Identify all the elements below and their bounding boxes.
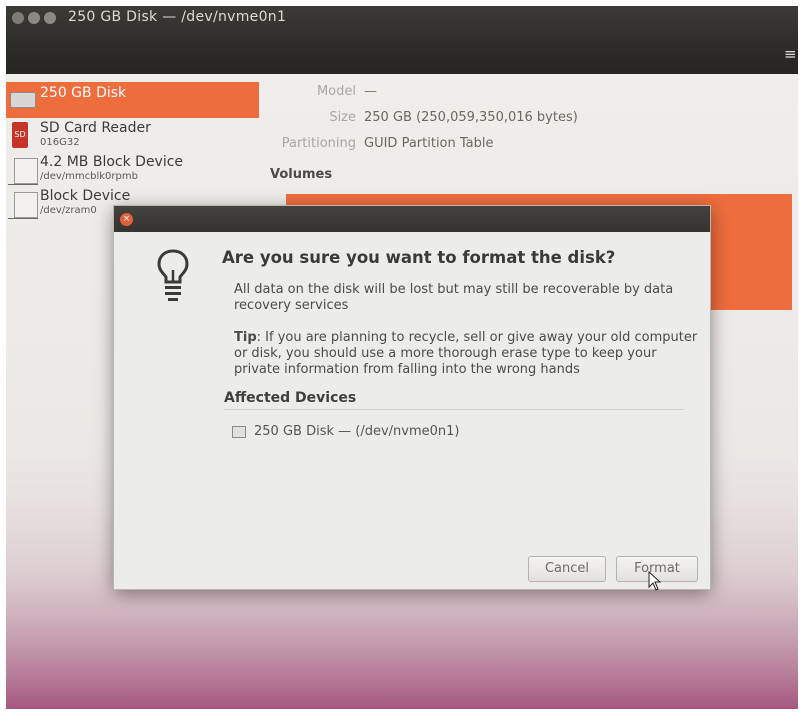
size-label: Size	[329, 110, 356, 125]
block-device-icon-underline	[8, 218, 38, 219]
sidebar-item-block-device-4mb[interactable]: 4.2 MB Block Device /dev/mmcblk0rpmb	[6, 154, 259, 188]
dialog-heading: Are you sure you want to format the disk…	[222, 248, 616, 267]
window-title: 250 GB Disk — /dev/nvme0n1	[68, 9, 287, 25]
close-window-button[interactable]	[12, 12, 24, 24]
dialog-tip: Tip: If you are planning to recycle, sel…	[234, 330, 704, 378]
list-item: 250 GB Disk — (/dev/nvme0n1)	[232, 424, 459, 439]
maximize-window-button[interactable]	[44, 12, 56, 24]
block-device-icon	[14, 192, 38, 218]
tip-label: Tip	[234, 330, 257, 345]
affected-devices-list: 250 GB Disk — (/dev/nvme0n1)	[224, 409, 684, 546]
sidebar-item-label: 4.2 MB Block Device	[40, 154, 184, 170]
window-titlebar[interactable]: 250 GB Disk — /dev/nvme0n1 ≡	[6, 6, 798, 74]
screen: 250 GB Disk — /dev/nvme0n1 ≡ 250 GB Disk…	[6, 6, 798, 709]
model-value: —	[364, 84, 377, 99]
sidebar-item-sublabel: /dev/zram0	[40, 205, 97, 216]
partitioning-label: Partitioning	[281, 136, 356, 151]
disk-icon	[232, 425, 246, 438]
affected-device-label: 250 GB Disk — (/dev/nvme0n1)	[254, 424, 460, 439]
mouse-pointer-icon	[648, 571, 662, 591]
affected-devices-heading: Affected Devices	[224, 390, 357, 406]
sidebar-item-250gb-disk[interactable]: 250 GB Disk	[6, 82, 259, 118]
cancel-button[interactable]: Cancel	[528, 556, 606, 582]
dialog-titlebar[interactable]: ×	[114, 206, 710, 232]
sd-card-icon: SD	[12, 122, 28, 148]
sidebar-item-sublabel: 016G32	[40, 137, 80, 148]
sidebar-item-label: 250 GB Disk	[40, 85, 127, 101]
minimize-window-button[interactable]	[28, 12, 40, 24]
sidebar-item-label: Block Device	[40, 188, 131, 204]
dialog-body-text: All data on the disk will be lost but ma…	[234, 282, 674, 313]
model-label: Model	[316, 84, 356, 99]
sidebar-item-sd-card-reader[interactable]: SD SD Card Reader 016G32	[6, 120, 259, 154]
block-device-icon-underline	[8, 184, 38, 185]
size-value: 250 GB (250,059,350,016 bytes)	[364, 110, 578, 125]
disk-icon	[10, 92, 36, 108]
volumes-heading: Volumes	[270, 167, 333, 182]
block-device-icon	[14, 158, 38, 184]
lightbulb-icon	[157, 249, 189, 301]
dialog-close-button[interactable]: ×	[120, 213, 133, 226]
tip-text: : If you are planning to recycle, sell o…	[234, 330, 698, 377]
format-disk-dialog: × Are you sure you want to format the di…	[114, 206, 710, 589]
sidebar-item-label: SD Card Reader	[40, 120, 151, 136]
hamburger-menu-icon[interactable]: ≡	[784, 45, 797, 63]
partitioning-value: GUID Partition Table	[364, 136, 494, 151]
sidebar-item-sublabel: /dev/mmcblk0rpmb	[40, 171, 138, 182]
